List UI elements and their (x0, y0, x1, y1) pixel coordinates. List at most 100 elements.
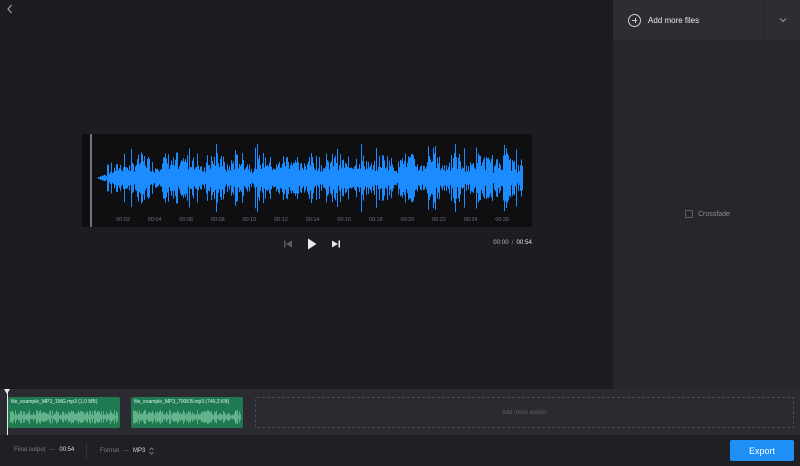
waveform-panel[interactable]: 00:02 00:04 00:06 00:08 00:10 00:12 00:14 00:16… (82, 134, 532, 227)
format-label: Format (100, 448, 120, 454)
clip-wave-bar (159, 411, 160, 423)
clip-wave-bar (78, 410, 79, 424)
clip-wave-bar (226, 415, 227, 419)
waveform-bar (329, 169, 330, 187)
clip-wave-bar (113, 413, 114, 421)
waveform-bar (181, 160, 182, 196)
clip-wave-bar (233, 415, 234, 419)
clip-wave-bar (63, 411, 64, 423)
clip-wave-bar (76, 413, 77, 421)
format-dash: — (123, 448, 130, 454)
clip-wave-bar (111, 412, 112, 422)
waveform-bar (185, 159, 186, 197)
clip-wave-bar (69, 413, 70, 421)
skip-back-icon (284, 240, 292, 248)
waveform-bar (241, 163, 242, 193)
clip-wave-bar (75, 413, 76, 421)
waveform-bar (167, 163, 168, 193)
waveform-bar (182, 161, 183, 195)
skip-back-button[interactable] (282, 238, 294, 250)
waveform-bar (234, 169, 235, 187)
waveform-bar (297, 157, 298, 199)
clip-wave-bar (49, 411, 50, 423)
waveform-bar (487, 158, 488, 198)
waveform-bar (136, 165, 137, 191)
export-button[interactable]: Export (730, 440, 794, 461)
waveform-bar (141, 152, 142, 204)
waveform-bar (331, 161, 332, 195)
time-tick-label: 00:14 (306, 217, 320, 223)
playhead-handle[interactable] (4, 389, 10, 394)
clip-wave-bar (223, 410, 224, 424)
waveform-bar (486, 156, 487, 200)
waveform-bar (264, 167, 265, 189)
waveform-bar (332, 153, 333, 203)
clip-wave-bar (201, 411, 202, 423)
add-more-audios-dropzone[interactable]: Add more audios (255, 397, 794, 428)
waveform-bar (521, 159, 522, 197)
waveform-bar (172, 164, 173, 192)
clip-wave-bar (145, 410, 146, 424)
clip-wave-bar (228, 412, 229, 422)
waveform-bar (444, 165, 445, 191)
waveform-bar (458, 157, 459, 199)
waveform-bar (256, 169, 257, 187)
final-output-dash: — (49, 447, 56, 453)
clip-wave-bar (59, 415, 60, 419)
waveform-bar (269, 162, 270, 194)
clip-wave-bar (36, 410, 37, 424)
waveform-bar (429, 156, 430, 200)
clip-wave-bar (134, 411, 135, 423)
waveform-bar (242, 153, 243, 203)
waveform-bar (109, 173, 110, 183)
waveform-bar (437, 157, 438, 199)
skip-forward-button[interactable] (330, 238, 342, 250)
clip-wave-bar (227, 413, 228, 421)
waveform-bar (397, 173, 398, 183)
waveform-bar (411, 153, 412, 203)
format-select[interactable]: MP3 (133, 447, 155, 455)
crossfade-checkbox[interactable] (685, 210, 693, 218)
waveform-bar (251, 168, 252, 188)
waveform-bar (470, 162, 471, 194)
waveform-bar (178, 168, 179, 188)
clip-wave-bar (104, 414, 105, 420)
footer-divider (86, 443, 87, 459)
time-tick-label: 00:10 (243, 217, 257, 223)
playhead[interactable] (7, 389, 8, 435)
waveform-bar (345, 162, 346, 194)
waveform-bar (438, 163, 439, 193)
waveform-bar (473, 163, 474, 193)
audio-clip-2[interactable]: file_example_MP3_700KB.mp3 (746,3 KB) (131, 397, 243, 428)
clip-wave-bar (100, 413, 101, 421)
waveform-bar (356, 158, 357, 198)
waveform-bar (406, 166, 407, 190)
crossfade-toggle[interactable]: Crossfade (685, 210, 730, 218)
clip-wave-bar (154, 415, 155, 419)
waveform-bar (413, 155, 414, 201)
waveform-bar (130, 170, 131, 186)
clip-wave-bar (116, 411, 117, 423)
clip-wave-bar (141, 413, 142, 421)
waveform-bar (255, 147, 256, 209)
waveform-bar (127, 167, 128, 189)
audio-clip-1[interactable]: file_example_MP3_1MG.mp3 (1,0 MB) (8, 397, 120, 428)
waveform-bar (102, 175, 103, 181)
clip-name: file_example_MP3_1MG.mp3 (1,0 MB) (11, 399, 98, 405)
add-more-files-button[interactable]: Add more files (613, 0, 764, 40)
clip-wave-bar (87, 411, 88, 423)
play-button[interactable] (306, 238, 318, 250)
waveform-bar (300, 163, 301, 193)
waveform-bar (499, 162, 500, 194)
waveform-bar (243, 160, 244, 196)
clip-wave-bar (179, 413, 180, 421)
waveform-bar (320, 171, 321, 185)
clip-wave-bar (32, 415, 33, 419)
add-files-dropdown-button[interactable] (765, 0, 800, 40)
clip-wave-bar (218, 415, 219, 419)
clip-wave-bar (58, 411, 59, 423)
clip-wave-bar (28, 412, 29, 422)
waveform-bar (512, 160, 513, 196)
back-button[interactable] (5, 3, 19, 17)
waveform-bar (104, 174, 105, 182)
